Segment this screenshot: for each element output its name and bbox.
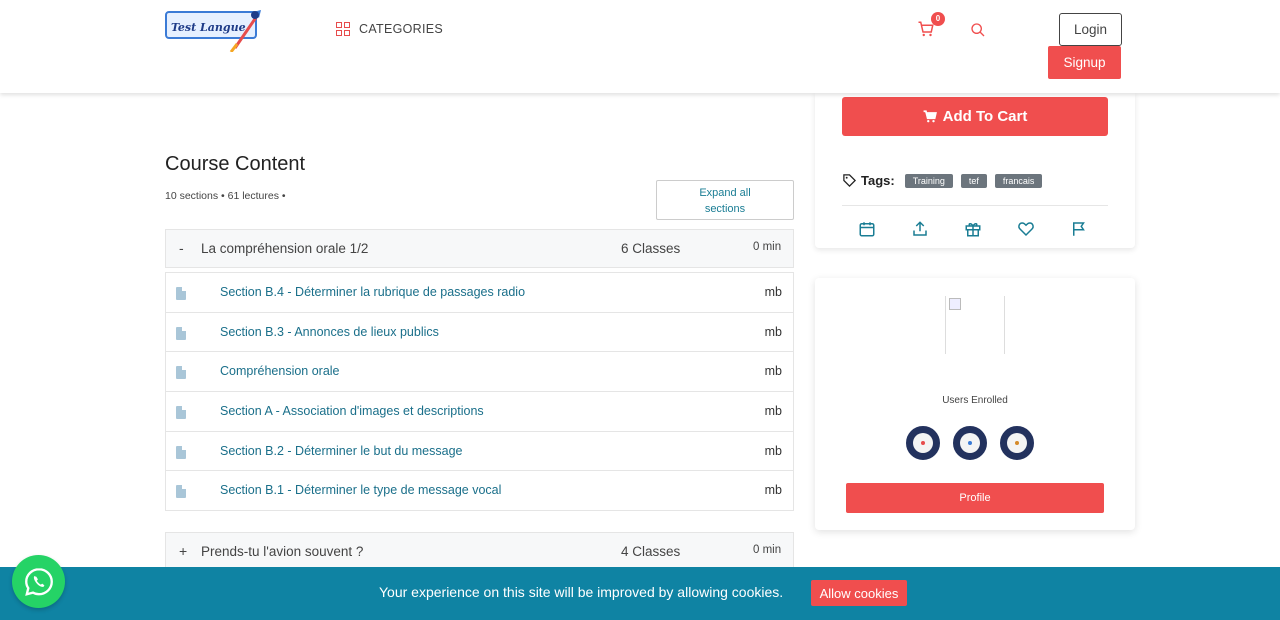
expand-label-line2: sections — [704, 203, 746, 215]
lecture-row[interactable]: Section B.4 - Déterminer la rubrique de … — [166, 272, 793, 312]
instructor-card: Users Enrolled Profile — [815, 278, 1135, 530]
section-title: La compréhension orale 1/2 — [201, 241, 369, 256]
pdf-icon — [176, 326, 186, 340]
course-actions — [858, 220, 1088, 238]
lecture-size: mb — [764, 285, 782, 299]
section-duration: 0 min — [753, 241, 782, 253]
lecture-size: mb — [764, 324, 782, 339]
tag-training[interactable]: Training — [904, 173, 953, 188]
users-enrolled-label: Users Enrolled — [942, 395, 1008, 406]
lecture-size: mb — [764, 443, 782, 458]
badges-row — [906, 426, 1034, 460]
section-class-count: 4 Classes — [621, 544, 681, 559]
heart-icon[interactable] — [1017, 220, 1035, 238]
section-duration: 0 min — [753, 544, 782, 556]
pdf-icon — [176, 445, 186, 459]
expand-label-line1: Expand all — [699, 187, 751, 199]
tags-label: Tags: — [861, 173, 895, 188]
expand-icon: + — [179, 543, 188, 559]
lecture-title[interactable]: Section B.3 - Annonces de lieux publics — [220, 325, 439, 339]
section-class-count: 6 Classes — [621, 241, 681, 256]
tag-tef[interactable]: tef — [960, 173, 987, 188]
lecture-title[interactable]: Section B.2 - Déterminer le but du messa… — [220, 444, 462, 458]
lecture-title[interactable]: Section A - Association d'images et desc… — [220, 404, 484, 418]
add-to-cart-button[interactable]: Add To Cart — [842, 97, 1108, 136]
cookie-bar: Your experience on this site will be imp… — [0, 567, 1280, 620]
lecture-title[interactable]: Section B.1 - Déterminer le type de mess… — [220, 483, 501, 497]
categories-menu[interactable]: CATEGORIES — [336, 22, 443, 36]
lecture-title[interactable]: Compréhension orale — [220, 364, 340, 378]
pdf-icon — [176, 485, 186, 499]
expand-all-sections-button[interactable]: Expand all sections — [656, 180, 794, 220]
lecture-row[interactable]: Section B.2 - Déterminer le but du messa… — [166, 430, 793, 471]
lecture-size: mb — [764, 483, 782, 498]
rocket-icon — [229, 10, 261, 52]
lecture-row[interactable]: Section A - Association d'images et desc… — [166, 391, 793, 431]
section-header[interactable]: - La compréhension orale 1/2 6 Classes 0… — [165, 229, 794, 268]
share-icon[interactable] — [911, 220, 929, 238]
add-to-cart-label: Add To Cart — [942, 108, 1028, 125]
whatsapp-icon — [24, 567, 53, 596]
tags-heading: Tags: — [842, 173, 895, 188]
cart-icon — [923, 110, 937, 123]
purchase-card: Add To Cart Tags: Training tef francais — [815, 93, 1135, 248]
cookie-message: Your experience on this site will be imp… — [379, 584, 784, 600]
grid-icon — [336, 22, 350, 36]
course-content-title: Course Content — [165, 153, 306, 175]
profile-button[interactable]: Profile — [846, 483, 1104, 513]
top-header: Test Langue CATEGORIES 0 Login Signup — [0, 0, 1280, 93]
flag-icon[interactable] — [1070, 220, 1088, 238]
pdf-icon — [176, 287, 186, 300]
search-icon[interactable] — [970, 22, 986, 38]
tag-francais[interactable]: francais — [994, 173, 1043, 188]
calendar-icon[interactable] — [858, 220, 876, 238]
signup-button[interactable]: Signup — [1048, 46, 1121, 79]
lecture-row[interactable]: Compréhension orale mb — [166, 351, 793, 391]
lecture-size: mb — [764, 364, 782, 379]
section-title: Prends-tu l'avion souvent ? — [201, 544, 364, 559]
site-logo[interactable]: Test Langue — [165, 8, 265, 52]
avatar — [945, 296, 1005, 354]
lecture-row[interactable]: Section B.3 - Annonces de lieux publics … — [166, 311, 793, 352]
badge-icon[interactable] — [906, 426, 940, 460]
course-content-meta: 10 sections • 61 lectures • — [165, 190, 286, 202]
broken-image-icon — [949, 298, 961, 310]
lecture-list: Section B.4 - Déterminer la rubrique de … — [165, 272, 794, 512]
badge-icon[interactable] — [1000, 426, 1034, 460]
gift-icon[interactable] — [964, 220, 982, 238]
pdf-icon — [176, 406, 186, 420]
course-page: Test Langue CATEGORIES 0 Login Signup Co… — [0, 0, 1280, 620]
tag-icon — [843, 174, 857, 188]
whatsapp-button[interactable] — [12, 555, 65, 608]
collapse-icon: - — [179, 240, 184, 256]
cart-count-badge: 0 — [931, 12, 945, 26]
login-button[interactable]: Login — [1059, 13, 1122, 46]
allow-cookies-button[interactable]: Allow cookies — [811, 580, 907, 606]
lecture-row[interactable]: Section B.1 - Déterminer le type de mess… — [166, 470, 793, 510]
divider — [842, 205, 1108, 206]
lecture-size: mb — [764, 404, 782, 419]
pdf-icon — [176, 366, 186, 380]
section-header[interactable]: + Prends-tu l'avion souvent ? 4 Classes … — [165, 532, 794, 571]
categories-label: CATEGORIES — [359, 22, 444, 36]
badge-icon[interactable] — [953, 426, 987, 460]
tags-row: Tags: Training tef francais — [842, 173, 1043, 188]
lecture-title[interactable]: Section B.4 - Déterminer la rubrique de … — [220, 285, 525, 299]
